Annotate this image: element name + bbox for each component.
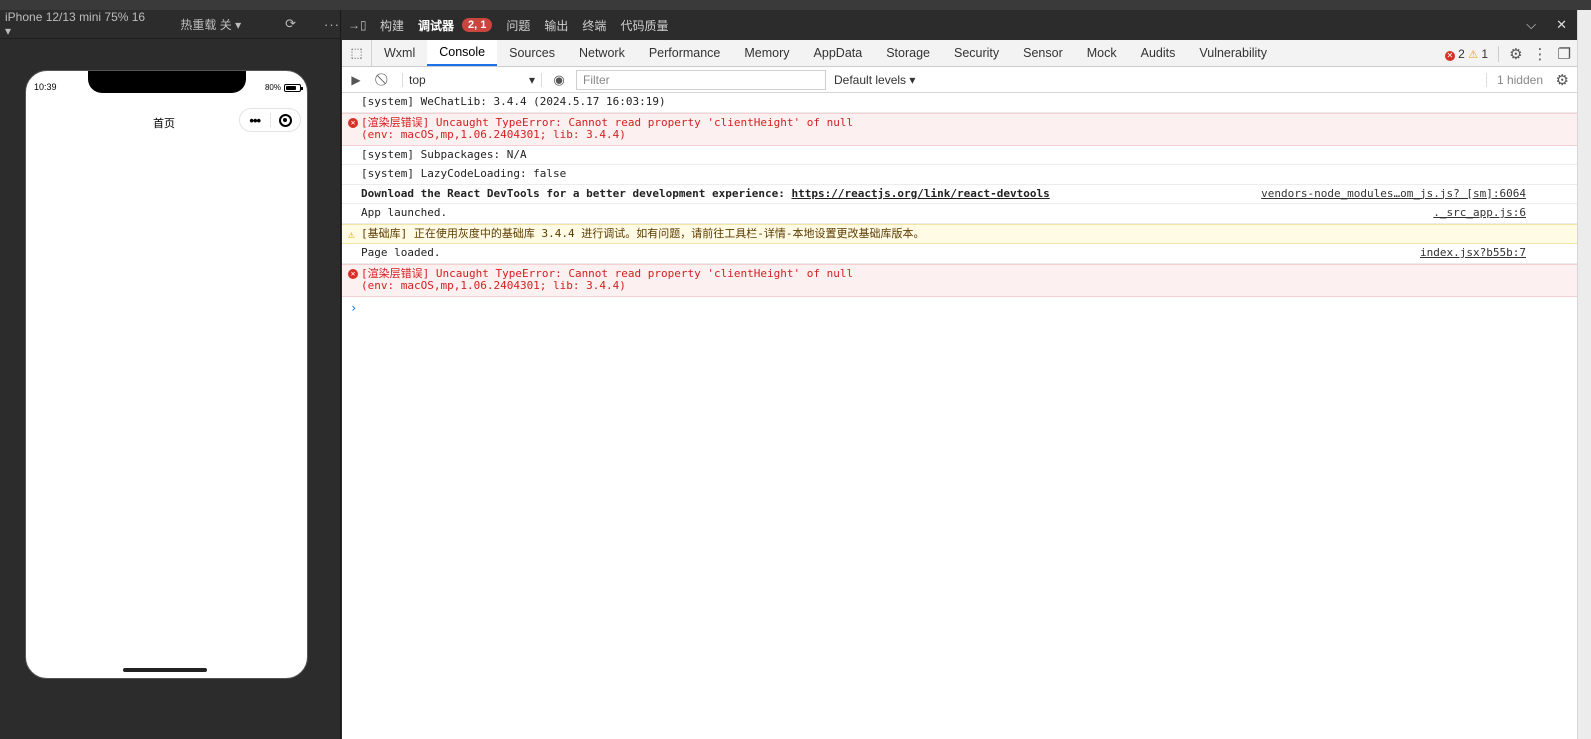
log-row: [system] LazyCodeLoading: false (342, 165, 1577, 185)
log-row: [system] Subpackages: N/A (342, 146, 1577, 165)
tab-terminal[interactable]: 终端 (582, 17, 606, 34)
collapse-icon[interactable]: ⌵ (1526, 17, 1536, 33)
hot-reload-toggle[interactable]: 热重载 关 ▾ (180, 16, 241, 33)
tab-wxml[interactable]: Wxml (372, 40, 427, 66)
tab-build[interactable]: 构建 (380, 17, 404, 34)
tab-sensor[interactable]: Sensor (1011, 40, 1075, 66)
more-icon[interactable]: ··· (324, 17, 340, 32)
log-source-link[interactable]: index.jsx?b55b:7 (1420, 246, 1526, 260)
settings-gear-icon[interactable]: ⚙ (1509, 45, 1522, 63)
kebab-menu-icon[interactable]: ⋮ (1533, 45, 1548, 63)
log-source-link[interactable]: vendors-node_modules…om_js.js? [sm]:6064 (1261, 187, 1526, 201)
tab-code-quality[interactable]: 代码质量 (620, 17, 668, 34)
error-icon: ✕ (348, 268, 358, 279)
status-battery: 80% (264, 83, 303, 92)
battery-label: 80% (264, 83, 281, 92)
device-selector[interactable]: iPhone 12/13 mini 75% 16 ▾ (5, 10, 154, 38)
menu-capsule: ••• (239, 108, 301, 132)
capsule-close-icon[interactable] (271, 113, 301, 127)
simulator-toolbar: iPhone 12/13 mini 75% 16 ▾ 热重载 关 ▾ ⟳ ··· (0, 10, 340, 39)
console-toolbar: ▶ ⃠ top ▾ ◉ Default levels ▾ 1 hidden ⚙ (342, 67, 1577, 93)
top-strip (0, 0, 1591, 10)
log-row: Download the React DevTools for a better… (342, 185, 1577, 204)
close-icon[interactable]: ✕ (1556, 17, 1567, 33)
tab-vulnerability[interactable]: Vulnerability (1187, 40, 1279, 66)
console-log: [system] WeChatLib: 3.4.4 (2024.5.17 16:… (342, 93, 1577, 319)
log-message-text: Download the React DevTools for a better… (361, 186, 792, 200)
notch (88, 71, 246, 93)
log-source-link[interactable]: ._src_app.js:6 (1433, 206, 1526, 220)
home-indicator (123, 668, 207, 672)
log-message: [基础库] 正在使用灰度中的基础库 3.4.4 进行调试。如有问题，请前往工具栏… (361, 226, 925, 240)
tab-storage[interactable]: Storage (874, 40, 942, 66)
devtools-pane: →▯ 构建 调试器 2, 1 问题 输出 终端 代码质量 ⌵ ✕ ⬚ Wxml … (342, 10, 1577, 739)
log-row: Page loaded. index.jsx?b55b:7 (342, 244, 1577, 264)
warning-count: 1 (1481, 46, 1489, 61)
log-row-error: ✕ [渲染层错误] Uncaught TypeError: Cannot rea… (342, 112, 1577, 146)
warning-icon: ⚠ (348, 227, 355, 241)
devtools-status: ✕ 2 ⚠ 1 ⚙ ⋮ ❐ (1444, 40, 1571, 67)
live-expression-eye-icon[interactable]: ◉ (542, 72, 576, 88)
tab-console[interactable]: Console (427, 40, 498, 66)
ide-tab-bar: →▯ 构建 调试器 2, 1 问题 输出 终端 代码质量 ⌵ ✕ (342, 10, 1577, 40)
capsule-more-icon[interactable]: ••• (240, 114, 270, 127)
warning-icon: ⚠ (1468, 48, 1479, 61)
log-message: Page loaded. (361, 246, 441, 259)
react-devtools-link[interactable]: https://reactjs.org/link/react-devtools (791, 187, 1049, 200)
hidden-count: 1 hidden (1485, 72, 1543, 87)
error-count: 2 (1458, 46, 1465, 61)
log-row-warning: ⚠ [基础库] 正在使用灰度中的基础库 3.4.4 进行调试。如有问题，请前往工… (342, 223, 1577, 244)
tab-output[interactable]: 输出 (544, 17, 568, 34)
devtools-tab-bar: ⬚ Wxml Console Sources Network Performan… (342, 40, 1577, 67)
tab-mock[interactable]: Mock (1075, 40, 1129, 66)
log-message-detail: (env: macOS,mp,1.06.2404301; lib: 3.4.4) (361, 279, 626, 292)
tab-debugger[interactable]: 调试器 (418, 17, 454, 34)
tab-sources[interactable]: Sources (497, 40, 567, 66)
error-icon: ✕ (1444, 50, 1455, 61)
phone-screen: 10:39 80% 首页 ••• (25, 70, 308, 679)
tab-network[interactable]: Network (567, 40, 637, 66)
context-selector[interactable]: top ▾ (402, 72, 542, 87)
log-message: [system] Subpackages: N/A (361, 147, 527, 161)
battery-icon (284, 83, 303, 92)
status-time: 10:39 (34, 82, 57, 92)
error-icon: ✕ (348, 117, 358, 128)
tab-appdata[interactable]: AppData (802, 40, 875, 66)
sidebar-toggle-icon[interactable]: ▶ (342, 73, 370, 87)
console-settings-icon[interactable]: ⚙ (1556, 71, 1569, 89)
log-message: [system] WeChatLib: 3.4.4 (2024.5.17 16:… (361, 95, 666, 108)
scrollbar[interactable] (1577, 10, 1591, 739)
chevron-down-icon: ▾ (528, 72, 535, 87)
tab-problems[interactable]: 问题 (506, 17, 530, 34)
log-row: App launched. ._src_app.js:6 (342, 204, 1577, 224)
window-controls: ⌵ ✕ (1526, 17, 1567, 33)
inspect-element-icon[interactable]: ⬚ (342, 40, 372, 66)
tab-memory[interactable]: Memory (732, 40, 801, 66)
clear-console-icon[interactable]: ⃠ (370, 72, 398, 87)
simulator-pane: iPhone 12/13 mini 75% 16 ▾ 热重载 关 ▾ ⟳ ···… (0, 10, 341, 739)
log-row: [system] WeChatLib: 3.4.4 (2024.5.17 16:… (342, 93, 1577, 113)
debugger-badge: 2, 1 (462, 18, 493, 32)
log-levels-dropdown[interactable]: Default levels ▾ (834, 73, 915, 87)
undock-icon[interactable]: ❐ (1558, 45, 1571, 63)
log-message-detail: (env: macOS,mp,1.06.2404301; lib: 3.4.4) (361, 128, 626, 141)
tab-performance[interactable]: Performance (637, 40, 733, 66)
log-message: App launched. (361, 206, 448, 219)
tab-audits[interactable]: Audits (1129, 40, 1188, 66)
rotate-icon[interactable]: ⟳ (285, 16, 296, 32)
log-message: [system] LazyCodeLoading: false (361, 167, 567, 180)
issue-counter[interactable]: ✕ 2 ⚠ 1 (1444, 46, 1489, 61)
panel-toggle-icon[interactable]: →▯ (348, 18, 367, 32)
divider (1498, 45, 1500, 62)
console-prompt[interactable]: › (342, 297, 1577, 319)
filter-input[interactable] (576, 69, 826, 90)
context-value: top (409, 72, 426, 87)
tab-security[interactable]: Security (942, 40, 1011, 66)
log-row-error: ✕ [渲染层错误] Uncaught TypeError: Cannot rea… (342, 263, 1577, 297)
